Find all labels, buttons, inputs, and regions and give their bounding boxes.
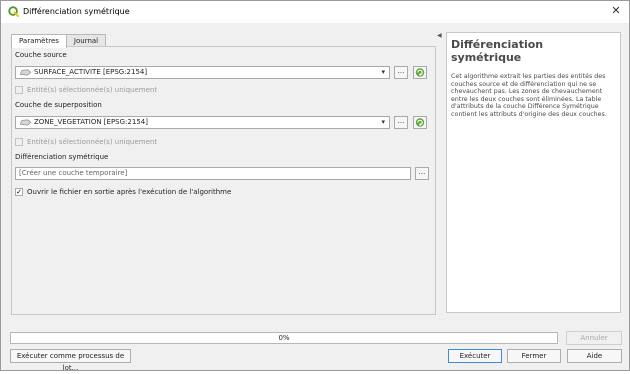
open-output-checkbox[interactable]: ✓ Ouvrir le fichier en sortie après l'ex…	[15, 187, 231, 197]
overlay-layer-label: Couche de superposition	[15, 101, 102, 109]
collapse-arrow-icon[interactable]: ◀	[437, 32, 442, 39]
overlay-browse-button[interactable]: ...	[394, 116, 408, 129]
checkbox-box	[15, 86, 23, 94]
qgis-icon	[8, 6, 19, 17]
window-title: Différenciation symétrique	[23, 7, 130, 16]
source-selected-only-label: Entité(s) sélectionnée(s) uniquement	[27, 86, 158, 94]
overlay-layer-value: ZONE_VEGETATION [EPSG:2154]	[34, 118, 148, 126]
overlay-layer-select[interactable]: ZONE_VEGETATION [EPSG:2154] ▾	[15, 116, 390, 129]
dialog-window: Différenciation symétrique ✕ Paramètres …	[0, 0, 630, 372]
overlay-selected-only-checkbox[interactable]: Entité(s) sélectionnée(s) uniquement	[15, 137, 157, 147]
iterate-icon	[415, 68, 425, 77]
title-bar: Différenciation symétrique ✕	[1, 1, 629, 23]
progress-bar: 0%	[10, 332, 558, 344]
run-as-batch-button[interactable]: Exécuter comme processus de lot...	[10, 349, 131, 372]
overlay-selected-only-label: Entité(s) sélectionnée(s) uniquement	[27, 138, 158, 146]
check-icon: ✓	[15, 188, 23, 196]
chevron-down-icon: ▾	[381, 118, 385, 126]
help-text: Cet algorithme extrait les parties des e…	[451, 73, 607, 118]
source-layer-label: Couche source	[15, 51, 67, 59]
source-selected-only-checkbox[interactable]: Entité(s) sélectionnée(s) uniquement	[15, 85, 157, 95]
polygon-layer-icon	[19, 119, 32, 125]
iterate-icon	[415, 118, 425, 127]
help-button[interactable]: Aide	[567, 349, 622, 363]
checkbox-box	[15, 138, 23, 146]
parameters-panel: Couche source SURFACE_ACTIVITE [EPSG:215…	[11, 46, 436, 315]
output-path-input[interactable]: [Créer une couche temporaire]	[15, 167, 411, 180]
output-label: Différenciation symétrique	[15, 153, 109, 161]
output-browse-button[interactable]: ...	[415, 167, 429, 180]
help-title: Différenciation symétrique	[451, 38, 544, 64]
help-panel: Différenciation symétrique Cet algorithm…	[446, 32, 621, 313]
polygon-layer-icon	[19, 69, 32, 75]
close-button[interactable]: Fermer	[507, 349, 561, 363]
close-icon[interactable]: ✕	[609, 4, 623, 18]
source-layer-select[interactable]: SURFACE_ACTIVITE [EPSG:2154] ▾	[15, 66, 390, 79]
tab-parametres[interactable]: Paramètres	[11, 34, 67, 48]
run-button[interactable]: Exécuter	[448, 349, 502, 363]
source-browse-button[interactable]: ...	[394, 66, 408, 79]
overlay-iterate-button[interactable]	[413, 116, 427, 129]
chevron-down-icon: ▾	[381, 68, 385, 76]
cancel-button[interactable]: Annuler	[566, 331, 622, 345]
source-iterate-button[interactable]	[413, 66, 427, 79]
source-layer-value: SURFACE_ACTIVITE [EPSG:2154]	[34, 68, 148, 76]
progress-label: 0%	[278, 334, 290, 342]
open-output-label: Ouvrir le fichier en sortie après l'exéc…	[27, 188, 232, 196]
